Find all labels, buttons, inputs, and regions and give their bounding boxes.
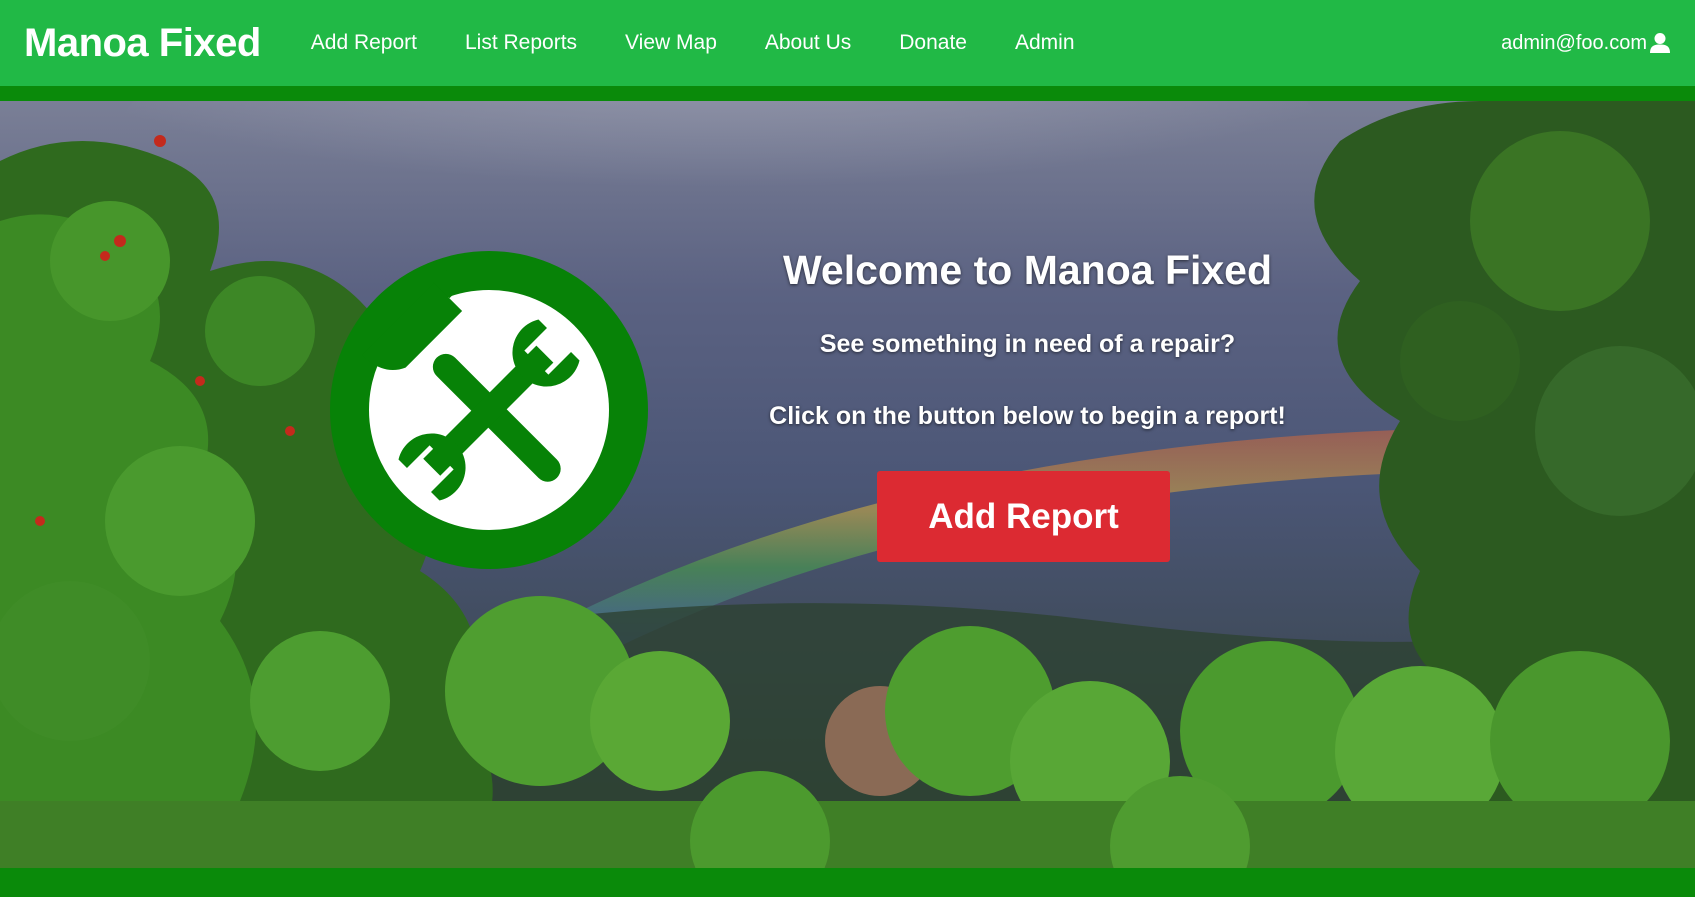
nav-admin[interactable]: Admin	[1015, 31, 1075, 55]
hero-section: Welcome to Manoa Fixed See something in …	[0, 101, 1695, 868]
hero-subtitle: See something in need of a repair?	[819, 330, 1236, 359]
footer-stripe	[0, 868, 1695, 897]
user-menu[interactable]: admin@foo.com	[1501, 32, 1671, 55]
navbar-bottom-stripe	[0, 86, 1695, 101]
hero-title: Welcome to Manoa Fixed	[782, 247, 1273, 293]
user-email: admin@foo.com	[1501, 31, 1647, 54]
nav-add-report[interactable]: Add Report	[311, 31, 417, 55]
hero-background-image	[0, 101, 1695, 868]
brand-logo-text[interactable]: Manoa Fixed	[24, 21, 261, 66]
hero-text-block: Welcome to Manoa Fixed See something in …	[740, 246, 1315, 431]
top-navbar: Manoa Fixed Add Report List Reports View…	[0, 0, 1695, 86]
nav-donate[interactable]: Donate	[899, 31, 967, 55]
add-report-button[interactable]: Add Report	[877, 471, 1170, 562]
nav-view-map[interactable]: View Map	[625, 31, 717, 55]
user-icon	[1650, 33, 1670, 53]
nav-about-us[interactable]: About Us	[765, 31, 851, 55]
tools-icon	[330, 251, 648, 569]
nav-list-reports[interactable]: List Reports	[465, 31, 577, 55]
hero-instruction: Click on the button below to begin a rep…	[769, 402, 1286, 431]
